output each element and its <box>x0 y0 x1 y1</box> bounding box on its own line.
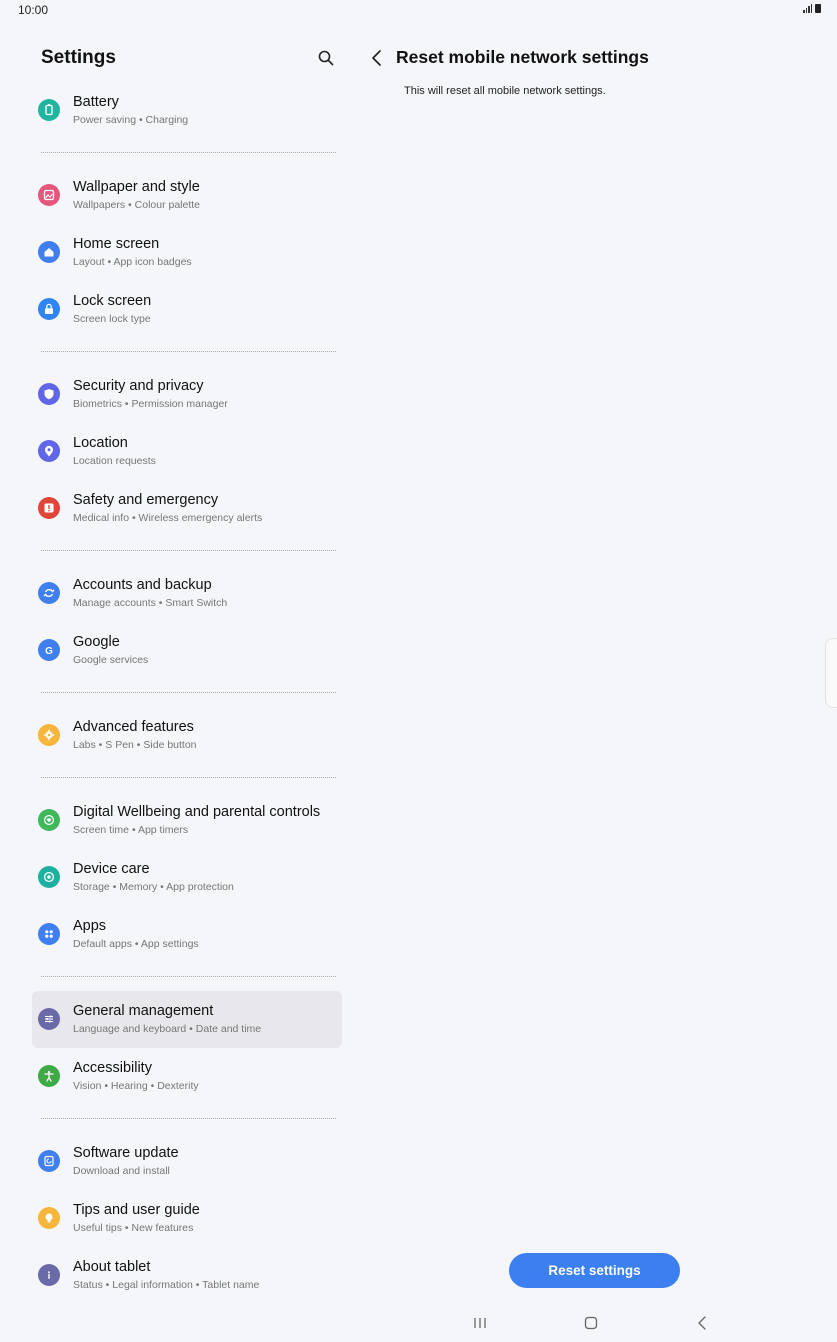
search-icon <box>318 50 334 66</box>
settings-item-subtitle: Manage accounts • Smart Switch <box>73 597 228 609</box>
lock-icon <box>38 298 60 320</box>
home-nav-icon <box>584 1316 598 1330</box>
settings-item-wallpaper[interactable]: Wallpaper and style Wallpapers • Colour p… <box>32 167 342 224</box>
settings-item-subtitle: Layout • App icon badges <box>73 256 192 268</box>
accessibility-icon <box>38 1065 60 1087</box>
settings-item-battery[interactable]: Battery Power saving • Charging <box>32 82 342 139</box>
settings-item-title: General management <box>73 1003 214 1019</box>
settings-list: Battery Power saving • Charging Wallpaper … <box>32 82 342 1304</box>
detail-title: Reset mobile network settings <box>396 47 649 67</box>
list-divider <box>32 537 342 565</box>
settings-item-subtitle: Default apps • App settings <box>73 938 199 950</box>
list-divider <box>32 963 342 991</box>
chevron-left-icon <box>372 50 381 66</box>
settings-item-device-care[interactable]: Device care Storage • Memory • App protec… <box>32 849 342 906</box>
list-divider <box>32 139 342 167</box>
device-care-icon <box>38 866 60 888</box>
sync-icon <box>38 582 60 604</box>
edge-panel-handle[interactable] <box>825 638 837 708</box>
settings-item-subtitle: Vision • Hearing • Dexterity <box>73 1080 199 1092</box>
settings-item-title: Apps <box>73 918 107 934</box>
settings-item-lock-screen[interactable]: Lock screen Screen lock type <box>32 281 342 338</box>
settings-item-subtitle: Location requests <box>73 455 156 467</box>
settings-item-advanced[interactable]: Advanced features Labs • S Pen • Side but… <box>32 707 342 764</box>
svg-text:G: G <box>45 646 53 657</box>
recent-apps-button[interactable] <box>468 1314 492 1332</box>
gear-plus-icon <box>38 724 60 746</box>
navigation-bar <box>0 1302 837 1342</box>
settings-item-title: Home screen <box>73 236 160 252</box>
apps-grid-icon <box>38 923 60 945</box>
home-icon <box>38 241 60 263</box>
settings-item-subtitle: Screen lock type <box>73 313 151 325</box>
back-button[interactable] <box>366 45 388 71</box>
settings-item-general-management[interactable]: General management Language and keyboard … <box>32 991 342 1048</box>
search-button[interactable] <box>313 45 339 71</box>
settings-item-wellbeing[interactable]: Digital Wellbeing and parental controls S… <box>32 792 342 849</box>
back-nav-icon <box>698 1316 706 1330</box>
settings-item-title: Security and privacy <box>73 378 204 394</box>
lightbulb-icon <box>38 1207 60 1229</box>
sliders-icon <box>38 1008 60 1030</box>
settings-pane: Settings Battery Power saving • Charging W… <box>0 0 372 1342</box>
settings-item-about[interactable]: About tablet Status • Legal information •… <box>32 1247 342 1304</box>
detail-description: This will reset all mobile network setti… <box>404 85 606 97</box>
update-icon <box>38 1150 60 1172</box>
detail-pane: Reset mobile network settings This will … <box>356 0 837 1342</box>
settings-item-title: About tablet <box>73 1259 151 1275</box>
heart-circle-icon <box>38 809 60 831</box>
settings-item-accounts[interactable]: Accounts and backup Manage accounts • Sma… <box>32 565 342 622</box>
settings-item-subtitle: Medical info • Wireless emergency alerts <box>73 512 263 524</box>
settings-item-title: Safety and emergency <box>73 492 219 508</box>
settings-item-title: Wallpaper and style <box>73 179 200 195</box>
page-title: Settings <box>41 47 116 68</box>
settings-item-subtitle: Download and install <box>73 1165 170 1177</box>
settings-item-tips[interactable]: Tips and user guide Useful tips • New fea… <box>32 1190 342 1247</box>
settings-item-title: Google <box>73 634 120 650</box>
settings-item-subtitle: Biometrics • Permission manager <box>73 398 228 410</box>
list-divider <box>32 764 342 792</box>
google-icon: G <box>38 639 60 661</box>
shield-icon <box>38 383 60 405</box>
emergency-icon <box>38 497 60 519</box>
settings-item-software-update[interactable]: Software update Download and install <box>32 1133 342 1190</box>
settings-item-subtitle: Labs • S Pen • Side button <box>73 739 197 751</box>
settings-item-title: Tips and user guide <box>73 1202 200 1218</box>
home-button[interactable] <box>579 1314 603 1332</box>
settings-item-subtitle: Wallpapers • Colour palette <box>73 199 201 211</box>
settings-item-subtitle: Useful tips • New features <box>73 1222 194 1234</box>
settings-item-title: Accounts and backup <box>73 577 212 593</box>
settings-item-title: Device care <box>73 861 150 877</box>
settings-item-location[interactable]: Location Location requests <box>32 423 342 480</box>
settings-item-subtitle: Screen time • App timers <box>73 824 189 836</box>
settings-item-title: Accessibility <box>73 1060 152 1076</box>
battery-icon <box>38 99 60 121</box>
settings-item-safety[interactable]: Safety and emergency Medical info • Wirel… <box>32 480 342 537</box>
list-divider <box>32 679 342 707</box>
settings-item-google[interactable]: G Google Google services <box>32 622 342 679</box>
settings-item-title: Location <box>73 435 128 451</box>
settings-item-security[interactable]: Security and privacy Biometrics • Permiss… <box>32 366 342 423</box>
recent-apps-icon <box>474 1318 486 1328</box>
settings-item-subtitle: Status • Legal information • Tablet name <box>73 1279 260 1291</box>
settings-item-title: Advanced features <box>73 719 194 735</box>
settings-item-accessibility[interactable]: Accessibility Vision • Hearing • Dexterit… <box>32 1048 342 1105</box>
settings-item-home-screen[interactable]: Home screen Layout • App icon badges <box>32 224 342 281</box>
settings-item-title: Digital Wellbeing and parental controls <box>73 804 321 820</box>
list-divider <box>32 1105 342 1133</box>
wallpaper-icon <box>38 184 60 206</box>
location-pin-icon <box>38 440 60 462</box>
settings-item-subtitle: Language and keyboard • Date and time <box>73 1023 262 1035</box>
settings-item-subtitle: Storage • Memory • App protection <box>73 881 234 893</box>
settings-item-title: Battery <box>73 94 119 110</box>
settings-item-subtitle: Google services <box>73 654 149 666</box>
back-nav-button[interactable] <box>690 1314 714 1332</box>
settings-item-title: Software update <box>73 1145 179 1161</box>
reset-settings-button[interactable]: Reset settings <box>509 1253 680 1288</box>
settings-item-subtitle: Power saving • Charging <box>73 114 189 126</box>
list-divider <box>32 338 342 366</box>
settings-item-apps[interactable]: Apps Default apps • App settings <box>32 906 342 963</box>
settings-item-title: Lock screen <box>73 293 152 309</box>
info-icon <box>38 1264 60 1286</box>
